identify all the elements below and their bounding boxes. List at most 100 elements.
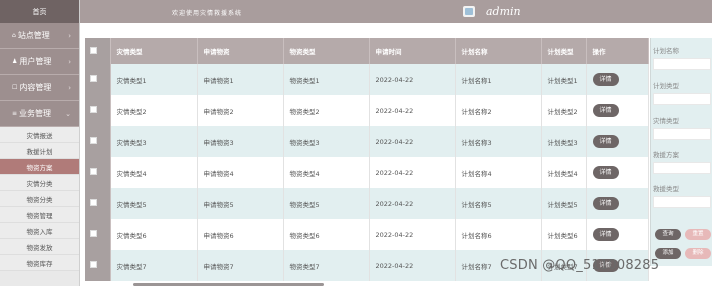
table-cell: 灾情类型4	[110, 157, 198, 188]
table-cell: 计划名称1	[455, 64, 542, 95]
row-checkbox[interactable]	[90, 168, 97, 175]
content-icon: ☐	[12, 84, 18, 91]
column-header[interactable]: 物资类型	[283, 38, 370, 64]
table-row: 灾情类型1 申请物资1 物资类型1 2022-04-22 计划名称1 计划类型1…	[85, 64, 649, 95]
detail-button[interactable]: 详情	[592, 104, 619, 117]
table-cell: 物资类型5	[283, 188, 370, 219]
table-cell: 2022-04-22	[369, 64, 456, 95]
detail-button[interactable]: 详情	[592, 228, 619, 241]
detail-button[interactable]: 详情	[592, 197, 619, 210]
table-cell: 申请物资3	[197, 126, 284, 157]
submenu-item[interactable]: 灾情分类	[0, 175, 79, 191]
row-select-cell[interactable]	[85, 250, 111, 281]
submenu-item[interactable]: 物资管理	[0, 207, 79, 223]
table-cell: 计划类型6	[541, 219, 587, 250]
submenu-item[interactable]: 物资库存	[0, 255, 79, 271]
delete-button[interactable]: 删除	[685, 248, 711, 259]
column-header[interactable]: 灾情类型	[110, 38, 198, 64]
row-checkbox[interactable]	[90, 106, 97, 113]
filter-label: 计划类型	[653, 82, 679, 90]
table-cell: 计划类型1	[541, 64, 587, 95]
row-select-cell[interactable]	[85, 64, 111, 95]
table-cell: 计划类型5	[541, 188, 587, 219]
table-header-row: 灾情类型 申请物资 物资类型 申请时间 计划名称 计划类型 操作	[85, 38, 649, 64]
row-select-cell[interactable]	[85, 219, 111, 250]
sidebar-section-label: 内容管理	[19, 83, 52, 92]
table-cell: 物资类型1	[283, 64, 370, 95]
action-cell: 详情	[586, 64, 649, 95]
table-cell: 灾情类型3	[110, 126, 198, 157]
row-select-cell[interactable]	[85, 126, 111, 157]
home-icon: ⌂	[12, 32, 16, 39]
table-cell: 灾情类型7	[110, 250, 198, 281]
action-cell: 详情	[586, 219, 649, 250]
filter-label: 救援类型	[653, 185, 679, 193]
row-checkbox[interactable]	[90, 137, 97, 144]
table-cell: 2022-04-22	[369, 95, 456, 126]
row-checkbox[interactable]	[90, 230, 97, 237]
sidebar-section-user[interactable]: ♟ 用户管理 ›	[0, 49, 79, 75]
row-select-cell[interactable]	[85, 157, 111, 188]
column-header[interactable]: 计划类型	[541, 38, 587, 64]
chevron-right-icon: ›	[68, 32, 71, 40]
sidebar-home[interactable]: 首页	[0, 0, 79, 23]
column-header[interactable]: 计划名称	[455, 38, 542, 64]
row-checkbox[interactable]	[90, 75, 97, 82]
table-cell: 物资类型7	[283, 250, 370, 281]
admin-username[interactable]: admin	[486, 5, 521, 18]
table-cell: 计划名称4	[455, 157, 542, 188]
column-header[interactable]: 申请物资	[197, 38, 284, 64]
submenu-item[interactable]: 灾情报送	[0, 127, 79, 143]
select-all-cell[interactable]	[85, 38, 111, 64]
select-all-checkbox[interactable]	[90, 46, 97, 54]
action-cell: 详情	[586, 157, 649, 188]
table-cell: 申请物资5	[197, 188, 284, 219]
row-select-cell[interactable]	[85, 188, 111, 219]
filter-input-disaster-type[interactable]	[653, 128, 711, 140]
action-cell: 详情	[586, 188, 649, 219]
filter-input-rescue-type[interactable]	[653, 196, 711, 208]
sidebar-section-site[interactable]: ⌂ 站点管理 ›	[0, 23, 79, 49]
chevron-down-icon: ⌄	[65, 110, 71, 118]
detail-button[interactable]: 详情	[592, 73, 619, 86]
chevron-right-icon: ›	[68, 58, 71, 66]
top-bar: 欢迎使用灾情救援系统 admin	[80, 0, 712, 23]
data-table-container: 灾情类型 申请物资 物资类型 申请时间 计划名称 计划类型 操作 灾情类型1 申…	[85, 38, 649, 282]
table-cell: 2022-04-22	[369, 157, 456, 188]
table-cell: 计划类型3	[541, 126, 587, 157]
submenu-item-active[interactable]: 物资方案	[0, 159, 79, 175]
row-checkbox[interactable]	[90, 261, 97, 268]
filter-input-plan-name[interactable]	[653, 58, 711, 70]
table-row: 灾情类型3 申请物资3 物资类型3 2022-04-22 计划名称3 计划类型3…	[85, 126, 649, 157]
table-cell: 物资类型4	[283, 157, 370, 188]
reset-button[interactable]: 重置	[685, 229, 711, 240]
query-button[interactable]: 查询	[655, 229, 681, 240]
row-select-cell[interactable]	[85, 95, 111, 126]
submenu-item[interactable]: 物资分类	[0, 191, 79, 207]
table-cell: 2022-04-22	[369, 219, 456, 250]
filter-label: 救援方案	[653, 151, 679, 159]
table-cell: 2022-04-22	[369, 250, 456, 281]
row-checkbox[interactable]	[90, 199, 97, 206]
submenu-item[interactable]: 物资发放	[0, 239, 79, 255]
business-submenu: 灾情报送 救援计划 物资方案 灾情分类 物资分类 物资管理 物资入库 物资发放 …	[0, 127, 79, 271]
filter-label: 灾情类型	[653, 117, 679, 125]
detail-button[interactable]: 详情	[592, 135, 619, 148]
sidebar-section-business[interactable]: ≡ 业务管理 ⌄	[0, 101, 79, 127]
table-cell: 计划名称5	[455, 188, 542, 219]
user-icon: ♟	[12, 58, 18, 65]
submenu-item[interactable]: 物资入库	[0, 223, 79, 239]
table-cell: 灾情类型1	[110, 64, 198, 95]
detail-button[interactable]: 详情	[592, 166, 619, 179]
column-header[interactable]: 申请时间	[369, 38, 456, 64]
sidebar-section-content[interactable]: ☐ 内容管理 ›	[0, 75, 79, 101]
table-cell: 计划类型2	[541, 95, 587, 126]
watermark-text: CSDN @QQ_511008285	[500, 258, 660, 273]
submenu-item[interactable]: 救援计划	[0, 143, 79, 159]
table-cell: 申请物资7	[197, 250, 284, 281]
table-row: 灾情类型6 申请物资6 物资类型6 2022-04-22 计划名称6 计划类型6…	[85, 219, 649, 250]
table-row: 灾情类型4 申请物资4 物资类型4 2022-04-22 计划名称4 计划类型4…	[85, 157, 649, 188]
table-cell: 灾情类型2	[110, 95, 198, 126]
filter-input-rescue-plan[interactable]	[653, 162, 711, 174]
filter-input-plan-type[interactable]	[653, 93, 711, 105]
